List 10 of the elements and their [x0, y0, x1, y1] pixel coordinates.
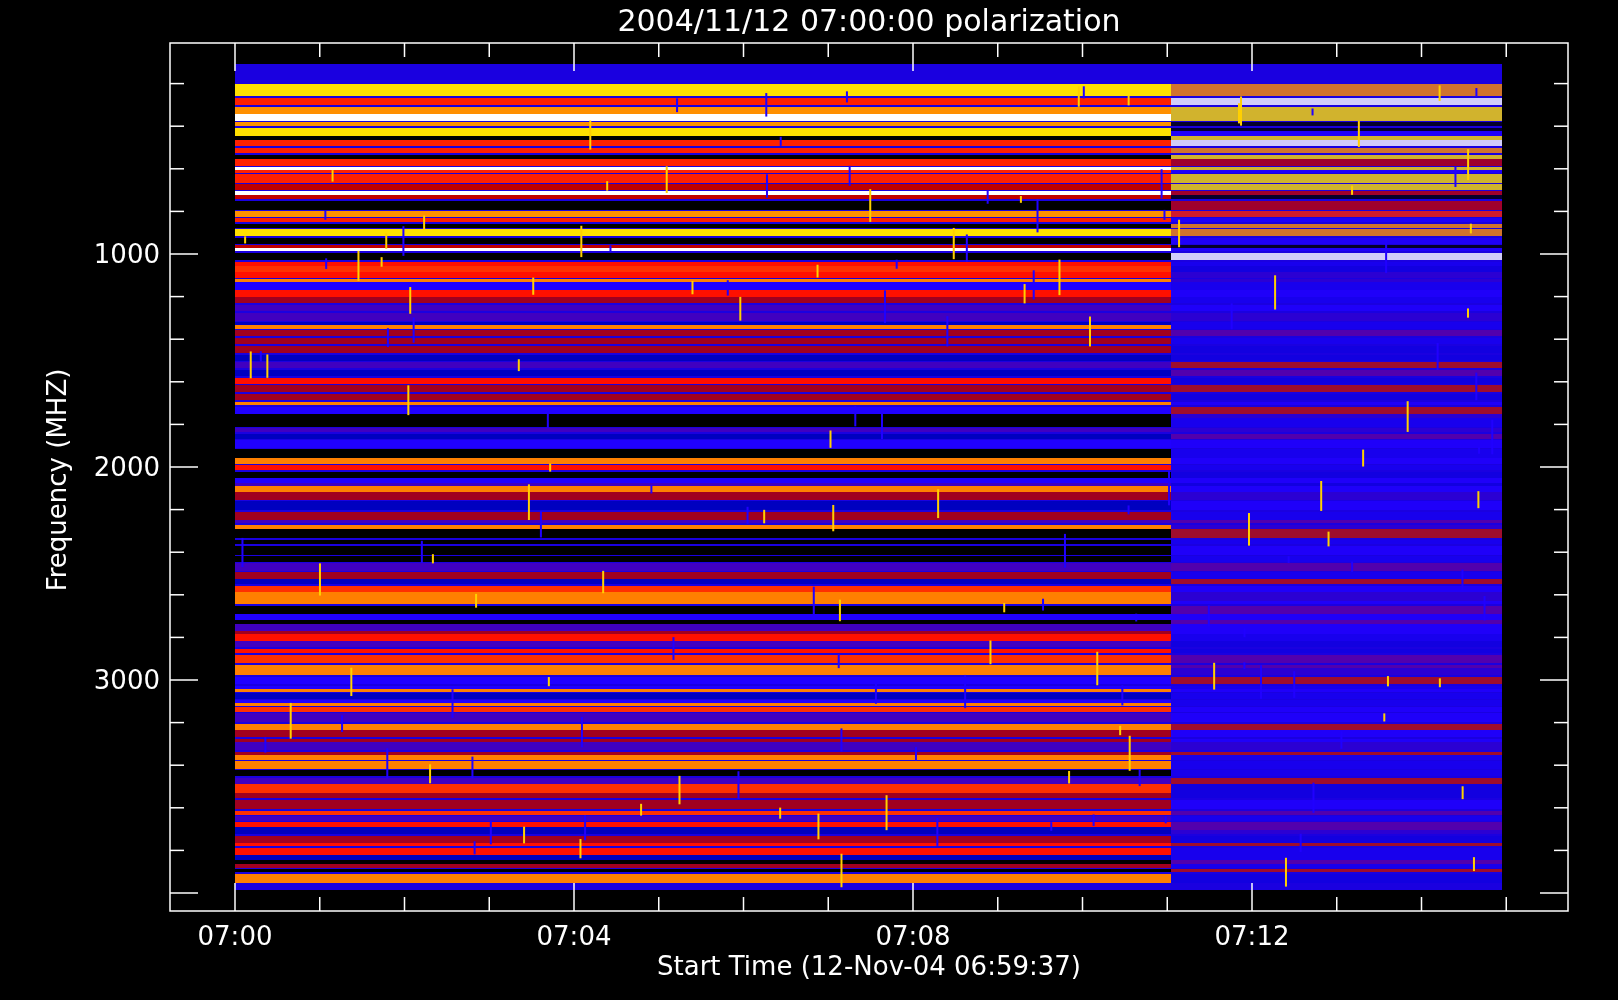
y-axis-label: Frequency (MHZ) [42, 368, 72, 592]
chart-title: 2004/11/12 07:00:00 polarization [617, 3, 1121, 38]
y-tick-label: 2000 [93, 452, 160, 482]
x-tick-label: 07:00 [197, 921, 273, 951]
y-tick-label: 3000 [93, 665, 160, 695]
x-tick-label: 07:04 [536, 921, 612, 951]
y-tick-label: 1000 [93, 239, 160, 269]
x-tick-label: 07:08 [875, 921, 951, 951]
x-tick-label: 07:12 [1214, 921, 1290, 951]
x-axis-label: Start Time (12-Nov-04 06:59:37) [657, 951, 1081, 981]
